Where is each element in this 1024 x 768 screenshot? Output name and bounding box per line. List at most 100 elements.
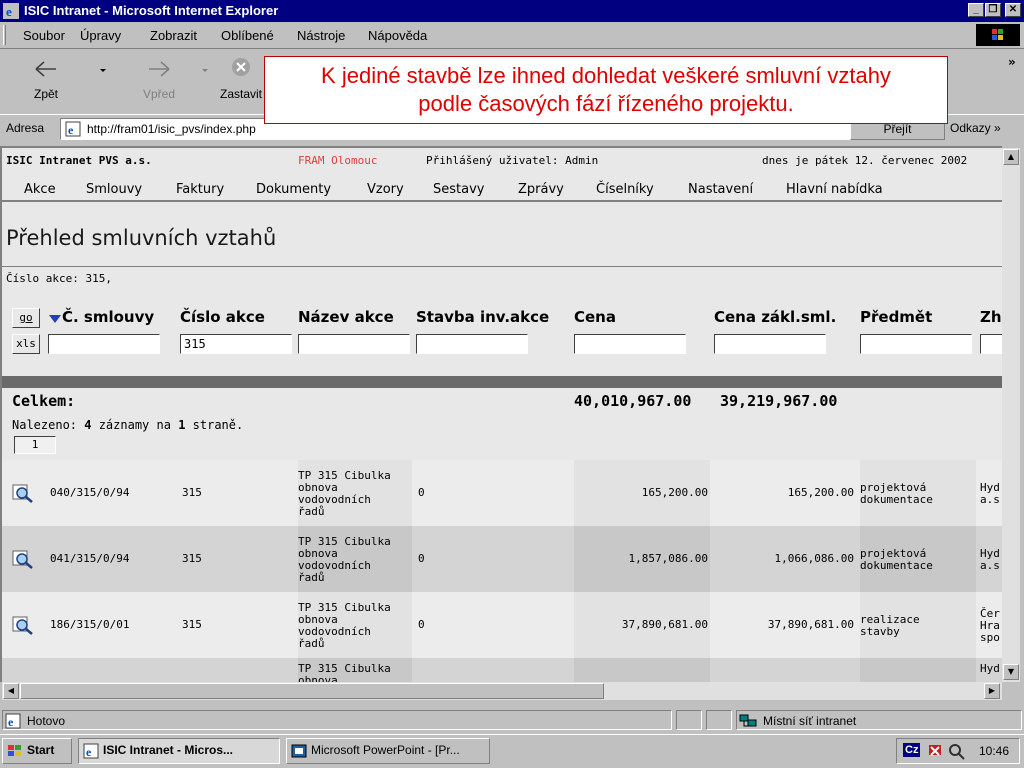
col-head-cislo-smlouvy[interactable]: Č. smlouvy <box>62 308 154 326</box>
menu-oblibene[interactable]: Oblíbené <box>221 28 274 43</box>
app-menu-akce[interactable]: Akce <box>24 182 56 197</box>
minimize-button[interactable]: _ <box>968 3 984 17</box>
app-menu-smlouvy[interactable]: Smlouvy <box>86 182 142 197</box>
ie-icon: e <box>3 3 19 19</box>
filter-zhotovitel[interactable] <box>980 334 1002 354</box>
links-button[interactable]: Odkazy » <box>950 121 1001 135</box>
found-text-part: záznamy na <box>91 418 179 432</box>
close-button[interactable]: ✕ <box>1005 3 1021 17</box>
forward-arrow-icon <box>149 61 170 77</box>
menu-upravy[interactable]: Úpravy <box>80 28 121 43</box>
forward-label: Vpřed <box>142 87 176 101</box>
filter-stavba[interactable] <box>416 334 528 354</box>
app-menu-nastaveni[interactable]: Nastavení <box>688 182 753 197</box>
filter-predmet[interactable] <box>860 334 972 354</box>
menu-napoveda[interactable]: Nápověda <box>368 28 427 43</box>
app-menu-ciselniky[interactable]: Číselníky <box>596 182 654 197</box>
filter-cena[interactable] <box>574 334 686 354</box>
app-header-strip: ISIC Intranet PVS a.s. FRAM Olomouc Přih… <box>2 150 1002 170</box>
status-panel-empty-1 <box>676 710 702 730</box>
table-cell-stavba <box>416 658 570 682</box>
col-head-cislo-akce[interactable]: Číslo akce <box>180 308 265 326</box>
cell-text[interactable]: 041/315/0/94 <box>50 552 129 565</box>
detail-magnifier-icon[interactable] <box>12 483 34 503</box>
detail-magnifier-icon[interactable] <box>12 615 34 635</box>
table-cell-nazev: TP 315 Cibulka obnova vodovodních řadů <box>298 460 412 526</box>
col-head-zhotovitel[interactable]: Zh <box>980 308 1002 326</box>
page-content: ISIC Intranet PVS a.s. FRAM Olomouc Přih… <box>0 146 1002 682</box>
scroll-up-button[interactable]: ▲ <box>1003 149 1019 165</box>
start-label: Start <box>27 743 55 757</box>
task-ie-window[interactable]: e ISIC Intranet - Micros... <box>78 738 280 764</box>
start-button[interactable]: Start <box>2 738 72 764</box>
system-tray: Cz 10:46 <box>896 738 1020 764</box>
search-tray-icon[interactable] <box>947 742 967 760</box>
found-text-part: straně. <box>185 418 244 432</box>
back-button[interactable]: Zpět <box>18 53 74 111</box>
horizontal-scroll-thumb[interactable] <box>20 683 604 699</box>
window-title-bar[interactable]: e ISIC Intranet - Microsoft Internet Exp… <box>0 0 1024 22</box>
table-cell-zhotovitel: Hyda.s. <box>980 526 1002 592</box>
table-cell-predmet: projektová dokumentace <box>860 526 976 592</box>
table-cell-stavba: 0 <box>416 526 570 592</box>
scroll-down-button[interactable]: ▼ <box>1003 664 1019 680</box>
horizontal-scrollbar[interactable]: ◀ ▶ <box>2 682 1002 700</box>
col-head-predmet[interactable]: Předmět <box>860 308 932 326</box>
page-title: Přehled smluvních vztahů <box>6 226 277 250</box>
filter-cislo-akce[interactable]: 315 <box>180 334 292 354</box>
table-cell-akce: 315 <box>180 460 296 526</box>
table-cell-smlouva: 186/315/0/01 <box>48 592 176 658</box>
col-head-cena-zakl[interactable]: Cena zákl.sml. <box>714 308 836 326</box>
menu-soubor[interactable]: Soubor <box>23 28 65 43</box>
app-menu-vzory[interactable]: Vzory <box>367 182 404 197</box>
cell-text: 315 <box>182 486 202 499</box>
page-number-link[interactable]: 1 <box>14 436 56 454</box>
app-menu-hlavni-nabidka[interactable]: Hlavní nabídka <box>786 182 883 197</box>
network-tray-icon[interactable] <box>927 742 947 760</box>
app-menu-sestavy[interactable]: Sestavy <box>433 182 484 197</box>
windows-taskbar: Start e ISIC Intranet - Micros... Micros… <box>0 734 1024 768</box>
scroll-right-button[interactable]: ▶ <box>984 683 1000 699</box>
app-menu-faktury[interactable]: Faktury <box>176 182 224 197</box>
cell-text[interactable]: 186/315/0/01 <box>50 618 129 631</box>
language-indicator[interactable]: Cz <box>903 743 921 757</box>
cell-text-line: řadů <box>298 505 325 518</box>
stop-button[interactable]: Zastavit <box>218 53 264 111</box>
col-head-stavba[interactable]: Stavba inv.akce <box>416 308 549 326</box>
filter-nazev-akce[interactable] <box>298 334 410 354</box>
restore-button[interactable]: ❐ <box>985 3 1001 17</box>
table-cell-predmet <box>860 658 976 682</box>
toolbar-overflow-chevron[interactable]: » <box>1008 55 1016 69</box>
cell-text[interactable]: 040/315/0/94 <box>50 486 129 499</box>
app-menu-dokumenty[interactable]: Dokumenty <box>256 182 331 197</box>
table-cell-zhotovitel: Hyd <box>980 658 1002 682</box>
menu-nastroje[interactable]: Nástroje <box>297 28 345 43</box>
cell-text-line: Hyd <box>980 662 1000 675</box>
xls-export-button[interactable]: xls <box>12 334 40 354</box>
back-dropdown-icon[interactable] <box>98 65 108 75</box>
go-filter-button[interactable]: go <box>12 308 40 328</box>
vertical-scrollbar[interactable]: ▲ ▼ <box>1002 148 1020 682</box>
app-menu-zpravy[interactable]: Zprávy <box>518 182 564 197</box>
task-powerpoint-window[interactable]: Microsoft PowerPoint - [Pr... <box>286 738 490 764</box>
col-head-nazev-akce[interactable]: Název akce <box>298 308 394 326</box>
table-cell-akce: 315 <box>180 526 296 592</box>
windows-start-icon <box>8 745 21 756</box>
svg-text:e: e <box>86 745 92 759</box>
clock: 10:46 <box>979 744 1010 758</box>
filter-cislo-smlouvy[interactable] <box>48 334 160 354</box>
cell-text-line: spo <box>980 631 1000 644</box>
table-row: TP 315 Cibulka obnova Hyd <box>2 658 1002 682</box>
col-head-cena[interactable]: Cena <box>574 308 616 326</box>
status-bar: e Hotovo Místní síť intranet <box>0 708 1024 732</box>
go-filter-label: go <box>19 311 33 324</box>
sort-desc-icon[interactable] <box>48 313 62 325</box>
forward-button[interactable]: Vpřed <box>118 53 200 111</box>
table-cell-akce: 315 <box>180 592 296 658</box>
menu-zobrazit[interactable]: Zobrazit <box>150 28 197 43</box>
detail-magnifier-icon[interactable] <box>12 549 34 569</box>
forward-dropdown-icon[interactable] <box>200 65 210 75</box>
scroll-left-button[interactable]: ◀ <box>3 683 19 699</box>
action-filter-info: Číslo akce: 315, <box>6 272 112 285</box>
filter-cena-zakl[interactable] <box>714 334 826 354</box>
